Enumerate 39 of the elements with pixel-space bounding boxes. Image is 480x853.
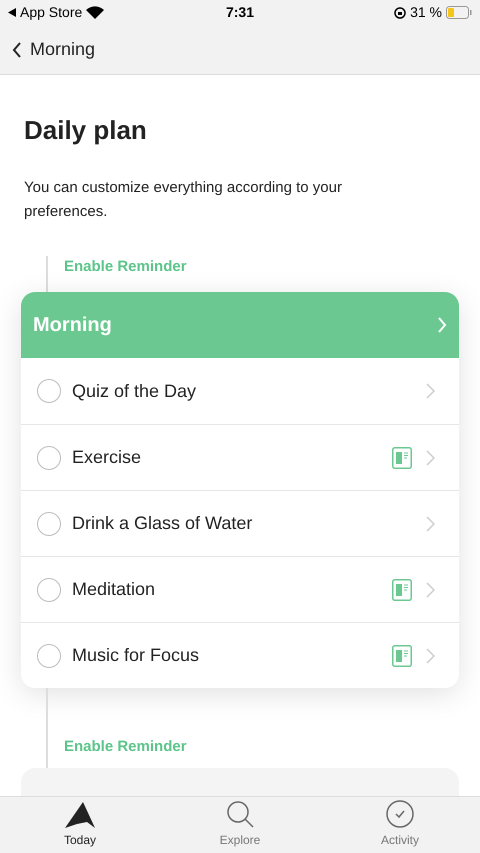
chevron-left-icon — [12, 42, 22, 58]
check-circle-icon — [386, 800, 414, 828]
task-row[interactable]: Meditation — [21, 556, 459, 622]
task-row[interactable]: Music for Focus — [21, 622, 459, 688]
chevron-right-icon — [426, 516, 435, 532]
task-label: Drink a Glass of Water — [72, 512, 254, 535]
back-button[interactable]: Morning — [12, 36, 96, 63]
task-label: Quiz of the Day — [72, 380, 198, 403]
mountain-icon — [65, 802, 95, 828]
back-triangle-icon — [8, 8, 16, 17]
tab-bar-item[interactable]: Explore — [160, 797, 320, 853]
wifi-icon — [86, 6, 104, 19]
task-label: Music for Focus — [72, 644, 200, 667]
task-checkbox[interactable] — [37, 446, 61, 470]
task-row[interactable]: Exercise — [21, 424, 459, 490]
chevron-right-icon — [437, 317, 447, 333]
task-checkbox[interactable] — [37, 379, 61, 403]
chevron-right-icon — [426, 450, 435, 466]
back-app-label[interactable]: App Store — [20, 2, 82, 23]
tab-bar-item[interactable]: Activity — [320, 797, 480, 853]
chevron-right-icon — [426, 648, 435, 664]
task-row[interactable]: Quiz of the Day — [21, 358, 459, 424]
status-time: 7:31 — [224, 3, 256, 22]
search-icon — [226, 800, 254, 828]
rotation-lock-icon — [394, 6, 406, 18]
battery-percent: 31 % — [410, 3, 442, 22]
chevron-right-icon — [426, 582, 435, 598]
task-label: Exercise — [72, 446, 142, 469]
page-title: Daily plan — [24, 114, 148, 147]
chevron-right-icon — [426, 383, 435, 399]
task-checkbox[interactable] — [37, 644, 61, 668]
task-checkbox[interactable] — [37, 512, 61, 536]
task-checkbox[interactable] — [37, 578, 61, 602]
tab-bar-item[interactable]: Today — [0, 797, 160, 853]
task-row[interactable]: Drink a Glass of Water — [21, 490, 459, 556]
description-text: You can customize everything according to your preferences. — [24, 178, 343, 222]
battery-icon — [446, 6, 472, 19]
task-label: Meditation — [72, 578, 156, 601]
card-title: Morning — [33, 313, 112, 338]
